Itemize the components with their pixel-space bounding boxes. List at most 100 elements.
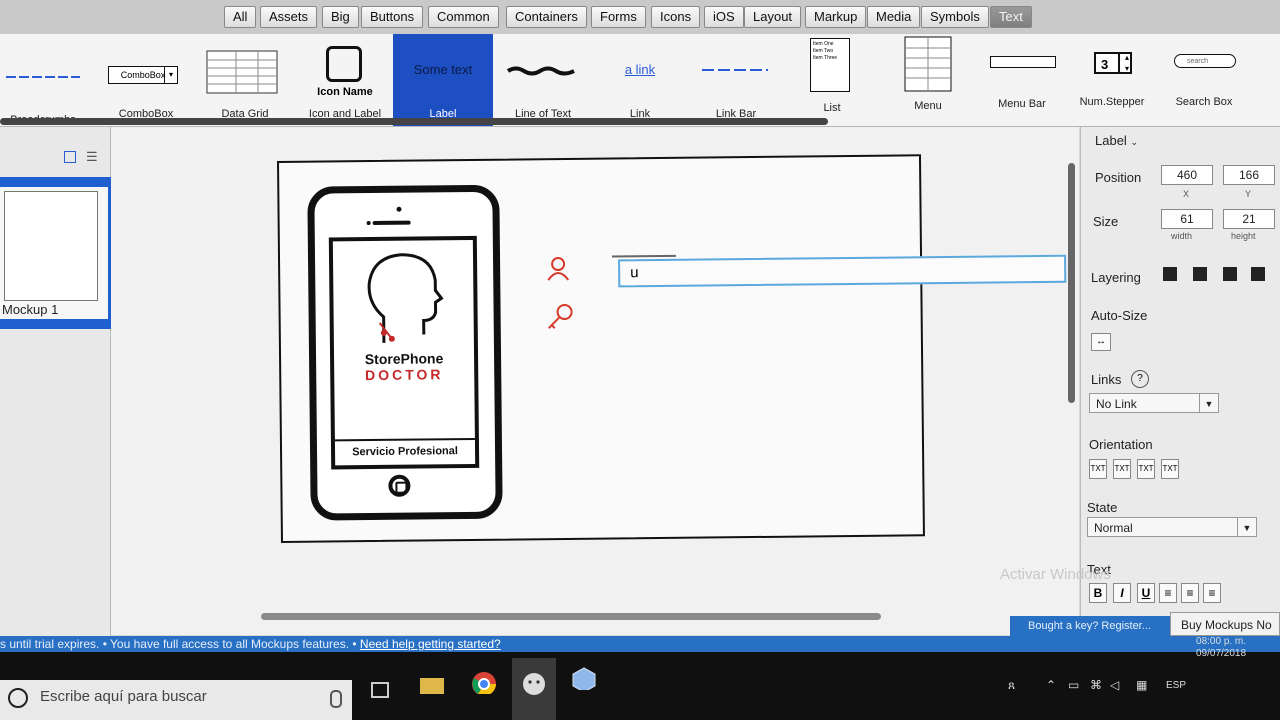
category-tab-assets[interactable]: Assets [260,6,318,28]
underline-icon[interactable]: U [1137,583,1155,603]
orientation-italic-icon[interactable]: TXT [1137,459,1155,479]
mockup-thumbnail[interactable]: Mockup 1 [0,187,108,319]
mockup-thumbnail-selected[interactable]: Mockup 1 [0,177,120,329]
orientation-rotate-left-icon[interactable]: TXT [1089,459,1107,479]
mockup-thumbnail-preview [4,191,98,301]
brand-subtitle: DOCTOR [364,366,444,384]
network-icon[interactable]: ⌘ [1090,678,1102,692]
chrome-icon[interactable] [470,670,498,694]
component-strip-scrollbar[interactable] [0,118,828,125]
category-tab-buttons[interactable]: Buttons [361,6,424,28]
component-breadcrumbs[interactable]: Breadcrumbs [0,34,86,126]
component-list[interactable]: Item One Item Two Item Three List [800,34,864,126]
align-center-icon[interactable]: ≡ [1181,583,1199,603]
battery-icon[interactable]: ▭ [1068,678,1079,692]
component-combobox[interactable]: ComboBox ▾ ComboBox [100,34,192,126]
property-inspector: Label ⌄ Position 460 166 X Y Size 61 21 … [1080,127,1280,617]
language-indicator[interactable]: ESP [1166,680,1186,691]
component-icon-and-label[interactable]: Icon Name Icon and Label [300,34,390,126]
clock-date: 09/07/2018 [1196,648,1247,659]
keyboard-icon[interactable]: ▦ [1136,678,1147,692]
volume-icon[interactable]: ◁ [1110,678,1119,692]
orientation-rotate-right-icon[interactable]: TXT [1161,459,1179,479]
search-box-preview: search [1174,54,1236,68]
component-menu-bar[interactable]: Menu Bar [984,34,1060,126]
grid-view-icon[interactable] [64,151,76,163]
state-dropdown[interactable]: Normal ▼ [1087,517,1257,537]
mockups-app-taskbar-button[interactable] [512,658,556,720]
component-link-bar[interactable]: Link Bar [696,34,776,126]
category-tab-markup[interactable]: Markup [805,6,867,28]
component-data-grid[interactable]: Data Grid [200,34,290,126]
help-icon[interactable]: ? [1131,370,1149,388]
category-tab-big[interactable]: Big [322,6,359,28]
register-key-link[interactable]: Bought a key? Register... [1010,616,1180,636]
category-tab-symbols[interactable]: Symbols [921,6,989,28]
inspector-title[interactable]: Label ⌄ [1095,133,1138,148]
username-text-field[interactable] [618,254,1067,288]
width-caption: width [1171,231,1193,241]
mockup-frame[interactable]: StorePhone DOCTOR Servicio Profesional [277,154,1067,543]
autosize-icon[interactable]: ↔ [1091,333,1111,351]
list-preview-item: Item One [813,41,834,47]
position-x-input[interactable]: 460 [1161,165,1213,185]
bring-forward-icon[interactable] [1193,267,1207,281]
people-icon[interactable]: ጸ [1008,678,1015,693]
help-getting-started-link[interactable]: Need help getting started? [360,637,501,651]
key-icon[interactable] [544,302,574,332]
taskbar-search[interactable]: Escribe aquí para buscar [0,680,352,720]
label-preview: Some text [413,62,473,77]
microphone-icon[interactable] [330,690,342,708]
user-icon[interactable] [546,256,570,282]
italic-icon[interactable]: I [1113,583,1131,603]
category-tab-layout[interactable]: Layout [744,6,802,28]
component-line-of-text[interactable]: Line of Text [500,34,586,126]
category-tab-ios[interactable]: iOS [704,6,744,28]
phone-illustration[interactable]: StorePhone DOCTOR Servicio Profesional [307,184,503,521]
chevron-down-icon: ▼ [1237,518,1256,536]
task-view-icon[interactable] [368,680,396,704]
orientation-normal-icon[interactable]: TXT [1113,459,1131,479]
chevron-up-icon[interactable]: ⌃ [1046,678,1056,692]
category-tab-forms[interactable]: Forms [591,6,646,28]
category-tab-text[interactable]: Text [990,6,1032,28]
taskbar-search-placeholder: Escribe aquí para buscar [40,688,207,705]
width-input[interactable]: 61 [1161,209,1213,229]
category-tab-common[interactable]: Common [428,6,499,28]
send-backward-icon[interactable] [1223,267,1237,281]
category-tab-media[interactable]: Media [867,6,921,28]
height-input[interactable]: 21 [1223,209,1275,229]
canvas-horizontal-scrollbar[interactable] [261,613,881,620]
list-view-icon[interactable]: ☰ [86,149,98,165]
category-tab-all[interactable]: All [224,6,257,28]
cube-app-icon[interactable] [570,666,598,690]
sensor-icon [366,221,371,226]
category-tab-containers[interactable]: Containers [506,6,587,28]
buy-mockups-button[interactable]: Buy Mockups No [1170,612,1280,636]
design-canvas[interactable]: StorePhone DOCTOR Servicio Profesional [111,127,1079,635]
component-link[interactable]: a link Link [600,34,680,126]
square-icon [326,46,362,82]
canvas-vertical-scrollbar[interactable] [1068,163,1075,403]
component-num-stepper[interactable]: 3 ▴ ▾ Num.Stepper [1076,34,1148,126]
front-camera-icon [396,206,402,212]
list-preview-item: Item Three [813,55,838,61]
cortana-icon [8,688,28,708]
system-clock[interactable]: 08:00 p. m. 09/07/2018 [1196,636,1246,660]
speaker-icon [372,220,411,226]
component-menu[interactable]: Menu [896,34,960,126]
send-to-back-icon[interactable] [1251,267,1265,281]
username-input[interactable] [620,256,1061,284]
links-dropdown[interactable]: No Link ▼ [1089,393,1219,413]
align-left-icon[interactable]: ≡ [1159,583,1177,603]
component-label[interactable]: Some text Label [393,34,493,126]
bold-icon[interactable]: B [1089,583,1107,603]
align-right-icon[interactable]: ≡ [1203,583,1221,603]
category-tab-icons[interactable]: Icons [651,6,701,28]
bring-to-front-icon[interactable] [1163,267,1177,281]
link-bar-preview-icon [702,69,768,71]
state-value: Normal [1094,521,1133,535]
component-search-box[interactable]: search Search Box [1166,34,1242,126]
file-explorer-icon[interactable] [418,674,446,698]
position-y-input[interactable]: 166 [1223,165,1275,185]
